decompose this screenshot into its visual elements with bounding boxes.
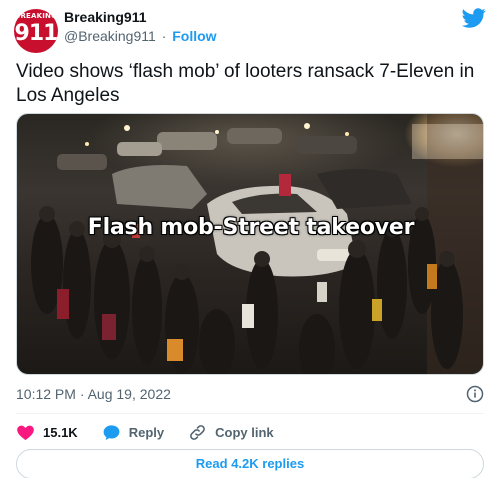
heart-icon	[17, 425, 34, 440]
info-icon[interactable]	[466, 385, 484, 403]
display-name[interactable]: Breaking911	[64, 9, 147, 25]
read-replies-button[interactable]: Read 4.2K replies	[16, 449, 484, 478]
handle-row: @Breaking911 · Follow	[64, 28, 217, 44]
tweet-text: Video shows ‘flash mob’ of looters ransa…	[16, 61, 475, 106]
avatar[interactable]: BREAKING 911	[14, 9, 58, 53]
avatar-number-text: 911	[14, 21, 58, 46]
copy-link-button[interactable]: Copy link	[188, 423, 274, 442]
tweet-timestamp[interactable]: 10:12 PM · Aug 19, 2022	[16, 386, 171, 402]
copy-link-label: Copy link	[215, 424, 274, 440]
reply-bubble-icon	[103, 424, 120, 440]
tweet-media-image[interactable]: Flash mob-Street takeover	[16, 113, 484, 375]
follow-link[interactable]: Follow	[172, 28, 216, 44]
avatar-brand-text: BREAKING	[14, 12, 58, 20]
tweet-card: BREAKING 911 Breaking911 @Breaking911 · …	[0, 0, 500, 478]
like-count: 15.1K	[43, 424, 78, 440]
twitter-bird-icon[interactable]	[462, 6, 486, 30]
reply-button[interactable]: Reply	[102, 423, 164, 442]
divider	[16, 413, 484, 414]
link-icon	[190, 424, 206, 440]
action-bar: 15.1K Reply Copy link	[16, 421, 298, 443]
reply-label: Reply	[128, 424, 165, 440]
separator-dot: ·	[161, 28, 167, 44]
crowd-scene-image	[31, 114, 483, 374]
media-caption-overlay: Flash mob-Street takeover	[87, 215, 415, 240]
like-button[interactable]: 15.1K	[16, 423, 78, 442]
handle[interactable]: @Breaking911	[64, 28, 156, 44]
